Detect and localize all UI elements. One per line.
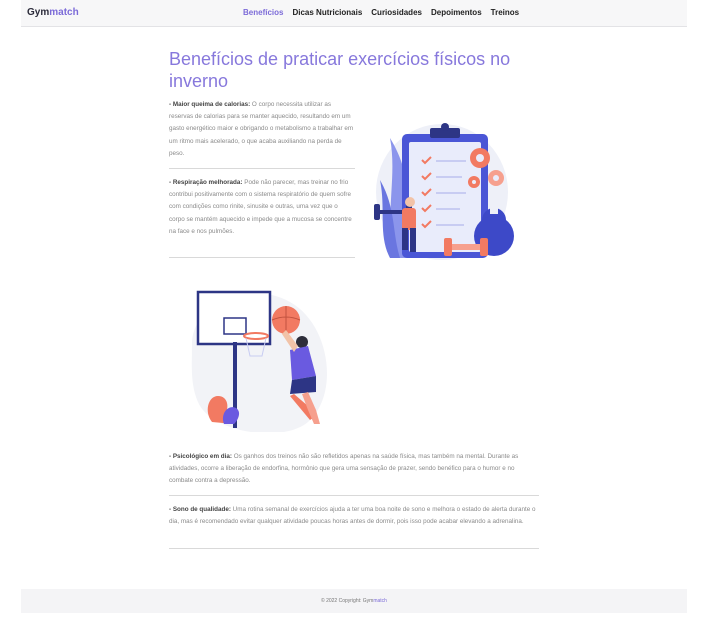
brand-suffix: match bbox=[49, 7, 79, 18]
benefit-label: - Respiração melhorada: bbox=[169, 179, 243, 186]
benefit-text: O corpo necessita utilizar as reservas d… bbox=[169, 101, 354, 157]
page-title: Benefícios de praticar exercícios físico… bbox=[169, 49, 511, 91]
brand-prefix: Gym bbox=[27, 7, 50, 18]
footer-brand[interactable]: match bbox=[373, 598, 387, 604]
navbar: Gymmatch Benefícios Dicas Nutricionais C… bbox=[21, 0, 687, 27]
benefit-label: - Sono de qualidade: bbox=[169, 506, 231, 513]
nav-link-curiosidades[interactable]: Curiosidades bbox=[371, 8, 422, 17]
divider bbox=[169, 495, 539, 496]
divider bbox=[169, 168, 355, 169]
footer-copyright: © 2022 Copyright: Gym bbox=[321, 598, 374, 604]
nav-link-beneficios[interactable]: Benefícios bbox=[243, 8, 283, 17]
benefit-psicologico: - Psicológico em dia: Os ganhos dos trei… bbox=[169, 451, 539, 488]
nav-link-treinos[interactable]: Treinos bbox=[491, 8, 519, 17]
benefit-text: Pode não parecer, mas treinar no frio co… bbox=[169, 179, 352, 235]
divider bbox=[169, 548, 539, 549]
fitness-checklist-illustration bbox=[374, 123, 514, 260]
footer: © 2022 Copyright: Gymmatch bbox=[21, 589, 687, 613]
benefit-label: - Psicológico em dia: bbox=[169, 453, 232, 460]
basketball-player-illustration bbox=[191, 290, 327, 432]
benefit-respiracao: - Respiração melhorada: Pode não parecer… bbox=[169, 177, 355, 238]
nav-link-depoimentos[interactable]: Depoimentos bbox=[431, 8, 482, 17]
benefit-label: - Maior queima de calorias: bbox=[169, 101, 251, 108]
nav-links: Benefícios Dicas Nutricionais Curiosidad… bbox=[243, 8, 519, 17]
nav-link-dicas-nutricionais[interactable]: Dicas Nutricionais bbox=[292, 8, 362, 17]
divider bbox=[169, 257, 355, 258]
benefit-sono: - Sono de qualidade: Uma rotina semanal … bbox=[169, 504, 539, 528]
benefit-calorias: - Maior queima de calorias: O corpo nece… bbox=[169, 99, 355, 160]
brand-logo[interactable]: Gymmatch bbox=[27, 7, 79, 18]
